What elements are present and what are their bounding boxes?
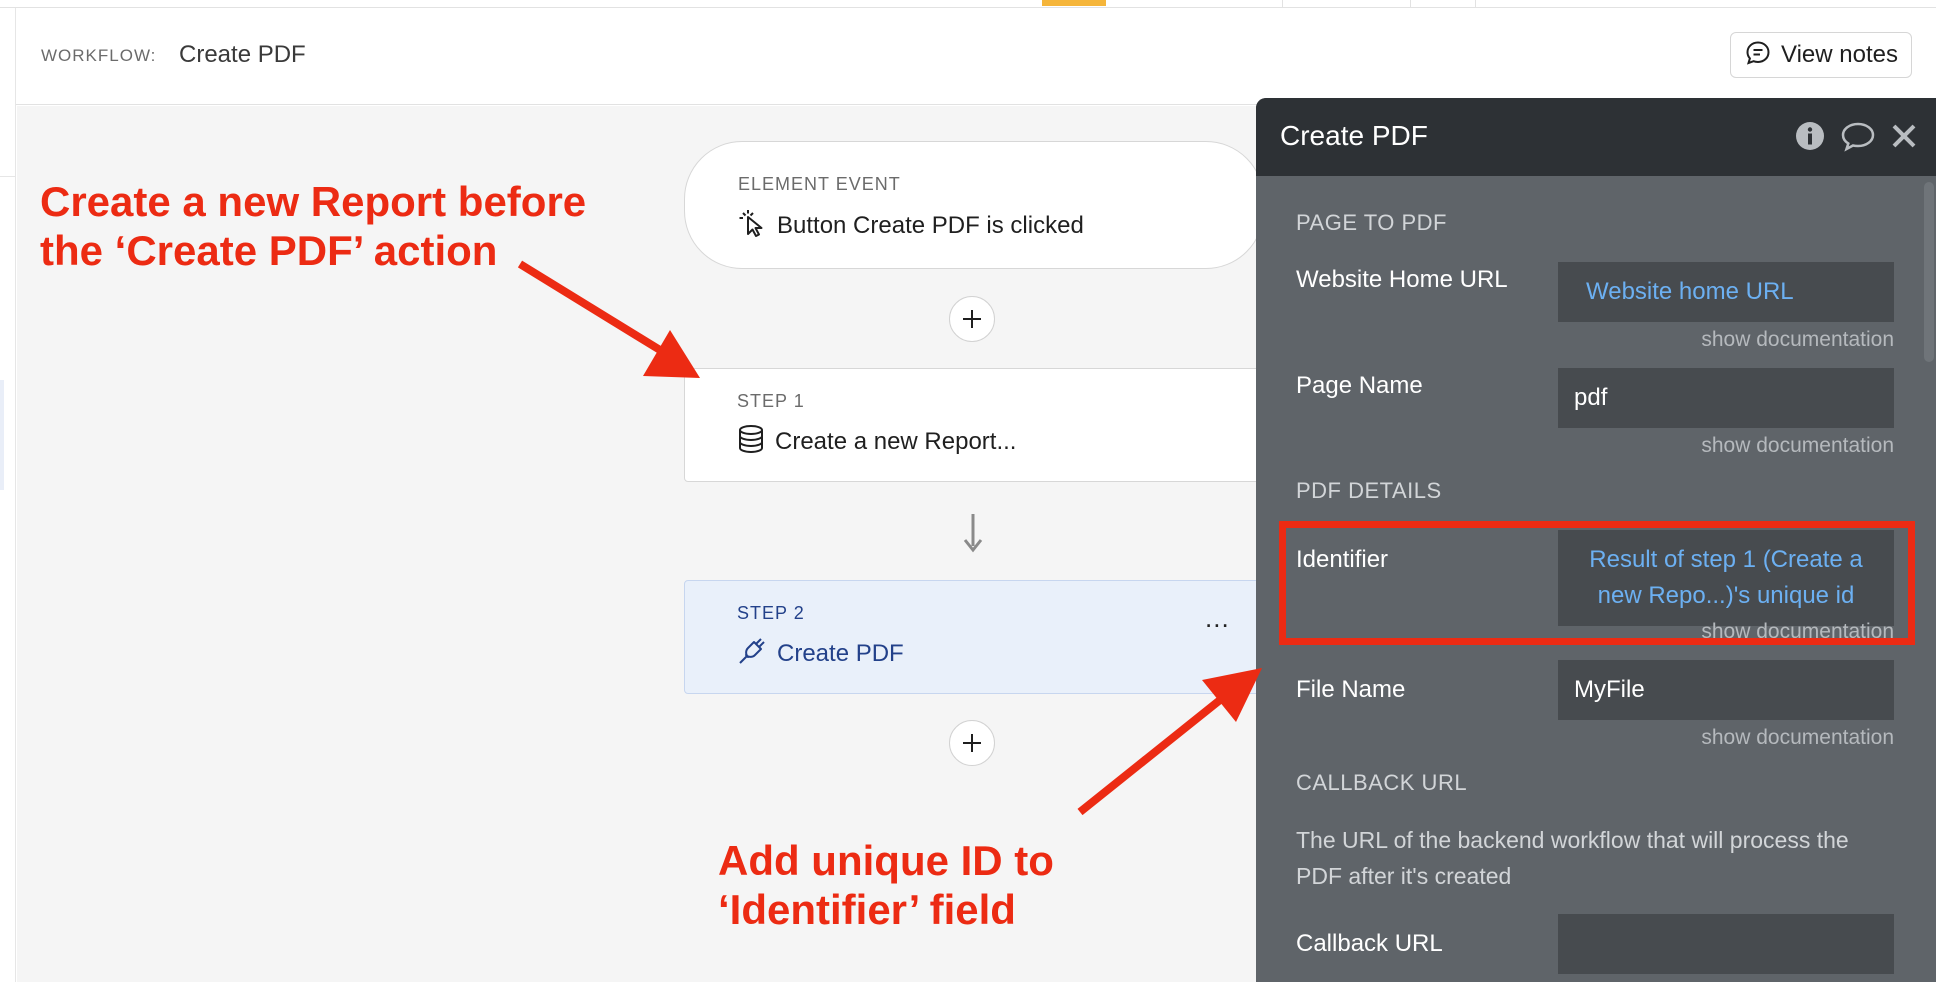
show-documentation-link[interactable]: show documentation (1701, 328, 1894, 352)
annotation-line: Create a new Report before (40, 178, 587, 225)
callback-help-text: The URL of the backend workflow that wil… (1296, 827, 1849, 889)
workflow-label: WORKFLOW: (41, 46, 157, 65)
show-documentation-link[interactable]: show documentation (1701, 434, 1894, 458)
annotation-add-unique-id: Add unique ID to ‘Identifier’ field (718, 836, 1054, 934)
workflow-header: WORKFLOW: Create PDF View notes (16, 8, 1936, 105)
event-kicker: ELEMENT EVENT (738, 174, 901, 194)
file-name-field[interactable]: MyFile (1558, 660, 1894, 720)
callback-url-label: Callback URL (1296, 930, 1443, 957)
section-callback-url: CALLBACK URL (1296, 770, 1468, 795)
info-icon[interactable] (1794, 120, 1826, 152)
step-2-card[interactable]: STEP 2 Create PDF ... (684, 580, 1264, 694)
annotation-line: the ‘Create PDF’ action (40, 227, 498, 274)
panel-scrollbar-thumb[interactable] (1924, 182, 1934, 362)
plus-icon (963, 310, 981, 328)
step-kicker: STEP 1 (737, 391, 805, 411)
panel-title: Create PDF (1280, 120, 1428, 151)
event-title: Button Create PDF is clicked (777, 211, 1084, 239)
page-name-label: Page Name (1296, 372, 1423, 399)
section-page-to-pdf: PAGE TO PDF (1296, 210, 1447, 235)
section-pdf-details: PDF DETAILS (1296, 478, 1442, 503)
comment-icon[interactable] (1840, 120, 1876, 152)
toolbar-divider (1282, 0, 1283, 8)
more-options-button[interactable]: ... (1205, 603, 1230, 634)
gutter-selection-marker (0, 380, 4, 490)
panel-header: Create PDF (1256, 98, 1936, 176)
step-title: Create PDF (777, 639, 904, 667)
active-tab-indicator (1042, 0, 1106, 6)
show-documentation-link[interactable]: show documentation (1701, 726, 1894, 750)
gutter-divider (0, 176, 16, 177)
add-step-button[interactable] (949, 296, 995, 342)
website-home-url-label: Website Home URL (1296, 266, 1508, 293)
step-title: Create a new Report... (775, 427, 1017, 455)
view-notes-label: View notes (1781, 41, 1898, 68)
website-home-url-field[interactable]: Website home URL (1558, 262, 1894, 322)
step-kicker: STEP 2 (737, 603, 805, 623)
step-1-card[interactable]: STEP 1 Create a new Report... (684, 368, 1264, 482)
annotation-line: Add unique ID to (718, 837, 1054, 884)
plug-icon (737, 636, 767, 671)
identifier-highlight-box (1279, 521, 1915, 645)
toolbar-divider (1410, 0, 1411, 8)
view-notes-button[interactable]: View notes (1730, 32, 1912, 78)
annotation-create-report: Create a new Report before the ‘Create P… (40, 177, 586, 275)
note-icon (1745, 40, 1771, 71)
annotation-line: ‘Identifier’ field (718, 886, 1016, 933)
cursor-click-icon (737, 208, 767, 243)
left-gutter (0, 8, 16, 982)
element-event-card[interactable]: ELEMENT EVENT Button Create PDF is click… (684, 141, 1264, 269)
database-icon (737, 424, 765, 459)
callback-url-field[interactable] (1558, 914, 1894, 974)
top-toolbar-strip (0, 0, 1936, 8)
plus-icon (963, 734, 981, 752)
arrow-down-icon (963, 514, 983, 553)
add-step-button[interactable] (949, 720, 995, 766)
file-name-label: File Name (1296, 676, 1406, 703)
page-name-field[interactable]: pdf (1558, 368, 1894, 428)
close-icon[interactable] (1890, 122, 1918, 150)
workflow-name[interactable]: Create PDF (179, 41, 306, 69)
toolbar-divider (1475, 0, 1476, 8)
